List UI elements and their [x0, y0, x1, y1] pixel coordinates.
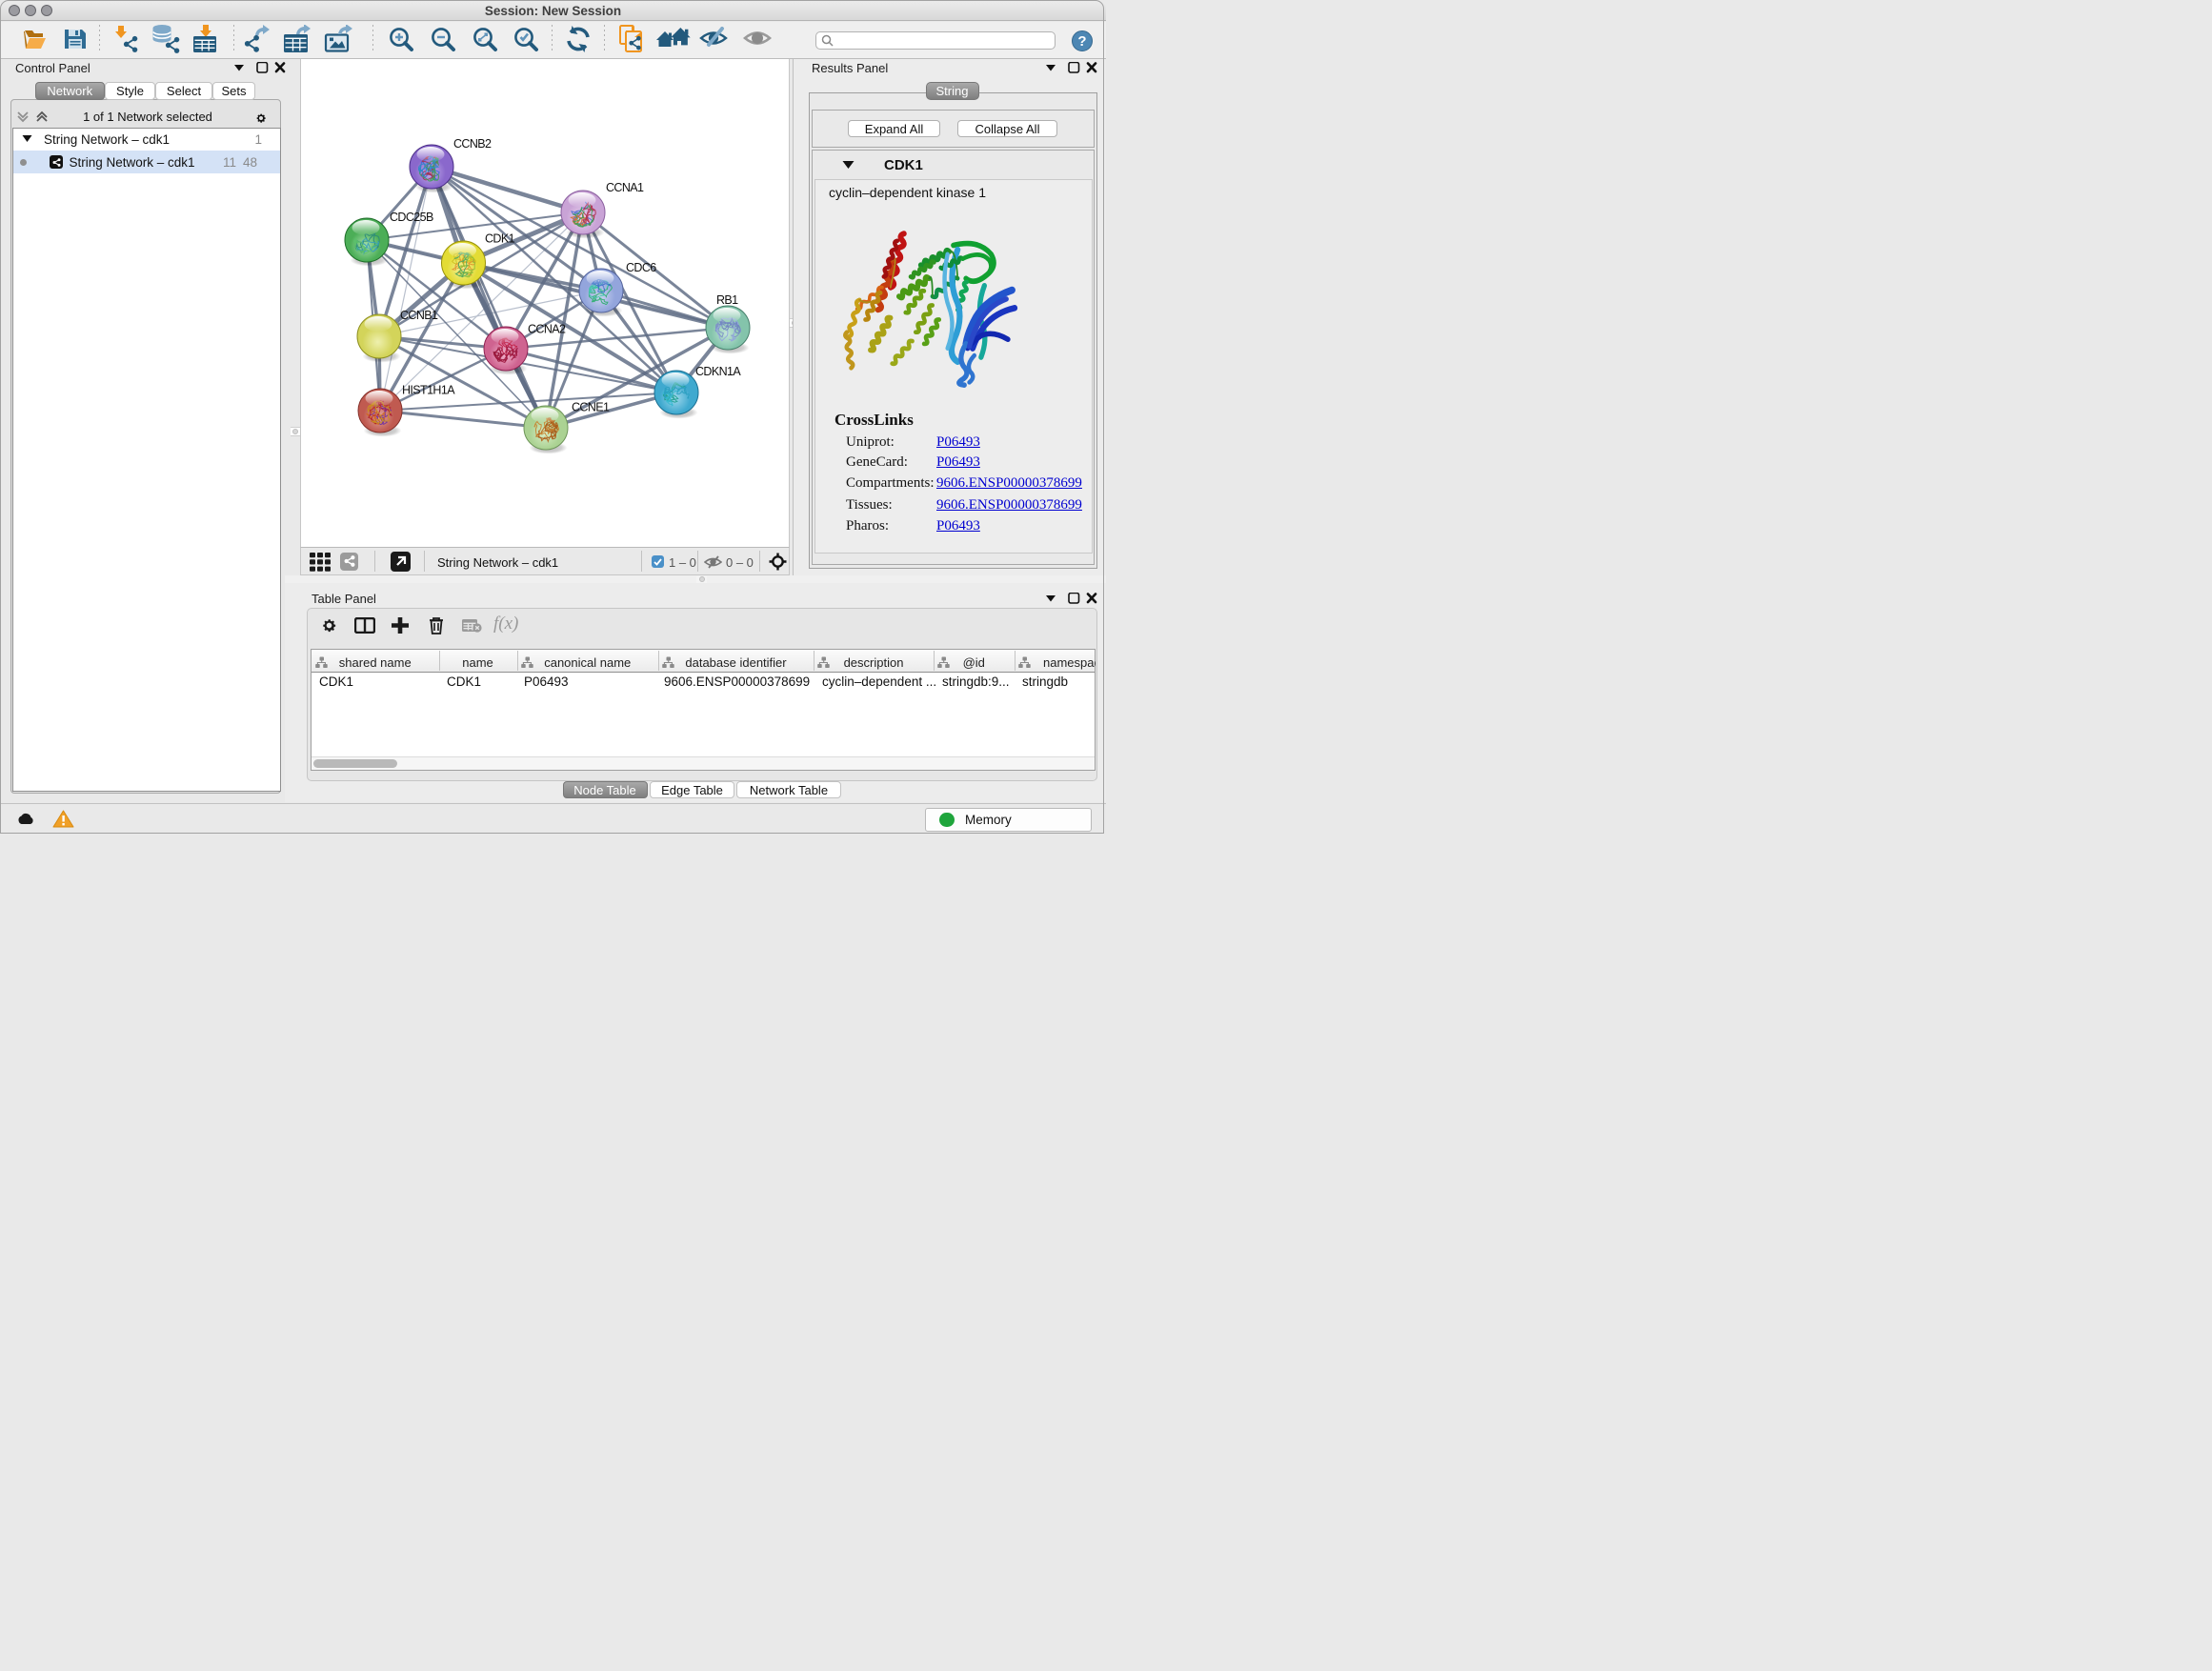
svg-text:CDC25B: CDC25B	[390, 211, 433, 224]
svg-text:CDC6: CDC6	[626, 261, 656, 274]
svg-text:CCNA2: CCNA2	[528, 323, 566, 336]
svg-text:RB1: RB1	[716, 293, 738, 307]
svg-text:CCNA1: CCNA1	[606, 181, 644, 194]
svg-text:CDK1: CDK1	[485, 232, 515, 246]
svg-text:CCNB1: CCNB1	[400, 309, 438, 322]
svg-text:CDKN1A: CDKN1A	[695, 365, 741, 378]
svg-text:CCNE1: CCNE1	[572, 401, 610, 414]
svg-text:CCNB2: CCNB2	[453, 137, 492, 151]
svg-text:HIST1H1A: HIST1H1A	[402, 384, 455, 397]
